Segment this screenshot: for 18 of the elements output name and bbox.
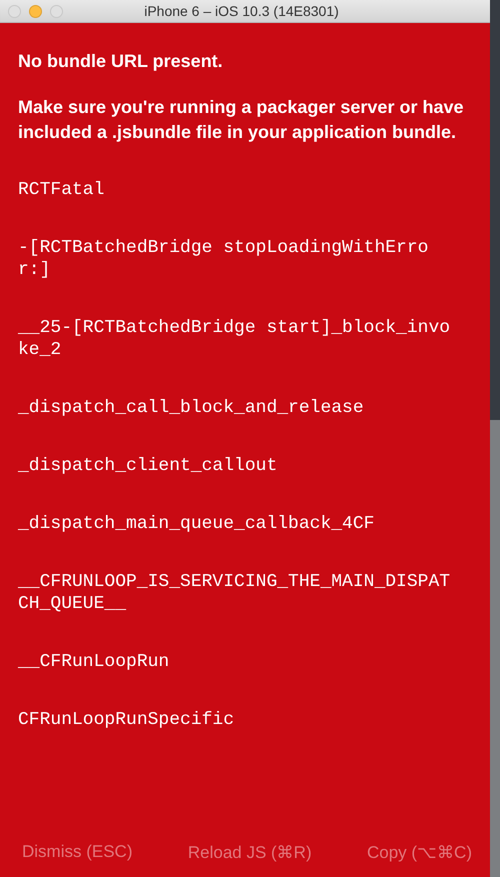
footer-button[interactable]: Dismiss (ESC) (22, 838, 132, 866)
stack-frame: _dispatch_call_block_and_release (18, 397, 458, 419)
minimize-icon[interactable] (29, 4, 42, 18)
stack-frame: -[RCTBatchedBridge stopLoadingWithError:] (18, 237, 458, 281)
stack-frame: __CFRunLoopRun (18, 651, 458, 673)
footer-button[interactable]: Copy (⌥⌘C) (366, 838, 472, 866)
stack-frame: __25-[RCTBatchedBridge start]_block_invoke_2 (18, 317, 458, 361)
stack-frame: CFRunLoopRunSpecific (18, 709, 458, 731)
stack-frame: _dispatch_client_callout (18, 455, 458, 477)
stack-frame: __CFRUNLOOP_IS_SERVICING_THE_MAIN_DISPATCH_QUEUE__ (18, 571, 458, 615)
footer-button[interactable]: Reload JS (⌘R) (188, 838, 312, 866)
error-title: No bundle URL present. (18, 50, 224, 73)
window-title: iPhone 6 – iOS 10.3 (14E8301) (143, 3, 340, 19)
stack-frame: _dispatch_main_queue_callback_4CF (18, 513, 458, 535)
stack-frame: RCTFatal (18, 179, 458, 201)
close-icon[interactable] (8, 4, 21, 18)
error-message: Make sure you're running a packager server or have included a .jsbundle file in your application bundle. (18, 96, 464, 144)
zoom-icon[interactable] (50, 4, 63, 18)
